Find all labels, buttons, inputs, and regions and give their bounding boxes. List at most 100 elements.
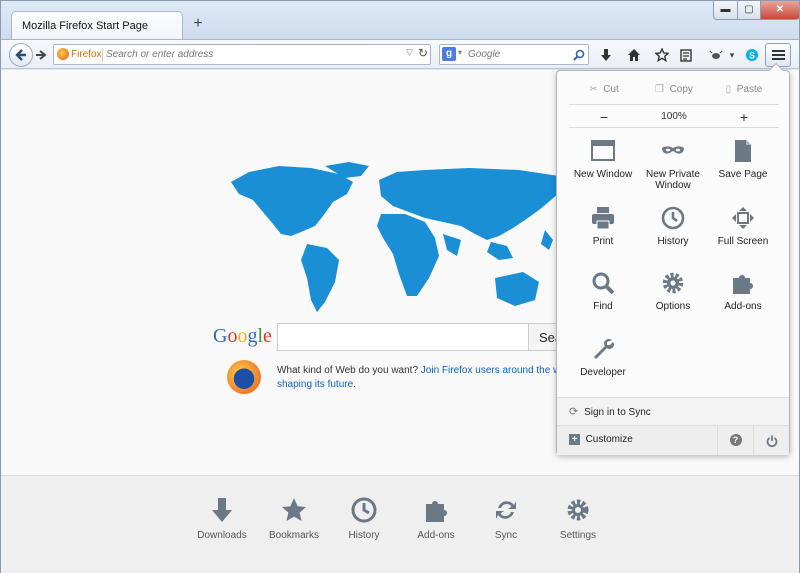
- start-page-search-input[interactable]: [277, 323, 529, 351]
- star-icon: [282, 498, 306, 521]
- identity-box[interactable]: Firefox: [57, 47, 102, 62]
- gear-icon: [662, 272, 684, 294]
- mask-icon: [662, 146, 684, 154]
- sign-in-to-sync-button[interactable]: ⟳ Sign in to Sync: [557, 397, 789, 425]
- panel-item-label: Options: [655, 301, 691, 312]
- wrench-icon: [594, 339, 614, 359]
- puzzle-icon: [426, 501, 447, 522]
- home-toolbar-button[interactable]: [623, 44, 645, 66]
- panel-item-label: Add-ons: [724, 301, 762, 312]
- google-logo: Google: [213, 325, 272, 347]
- launcher-label: Settings: [559, 530, 597, 541]
- close-button[interactable]: ✕: [760, 1, 800, 20]
- maximize-button[interactable]: ▢: [737, 1, 761, 20]
- launcher-sync[interactable]: Sync: [471, 496, 541, 541]
- navigation-toolbar: Firefox ▽ ↻ g ▾ ▾: [1, 39, 799, 69]
- url-history-dropmarker[interactable]: ▽: [406, 47, 413, 58]
- url-input[interactable]: [106, 47, 406, 62]
- plus-box-icon: +: [569, 434, 580, 445]
- panel-item-label: Find: [593, 301, 613, 312]
- panel-item-label: Developer: [580, 367, 626, 378]
- new-tab-button[interactable]: +: [189, 15, 207, 33]
- search-bar[interactable]: g ▾: [439, 44, 589, 65]
- launcher-bookmarks[interactable]: Bookmarks: [259, 496, 329, 541]
- svg-text:S: S: [749, 51, 755, 61]
- reload-icon[interactable]: ↻: [418, 46, 428, 60]
- launcher-history[interactable]: History: [329, 496, 399, 541]
- back-arrow-icon: [15, 49, 26, 61]
- panel-item-label: Print: [592, 236, 614, 247]
- snippet-link-2[interactable]: shaping its future: [277, 379, 353, 390]
- addon-toolbar-button[interactable]: [705, 44, 727, 66]
- help-button[interactable]: ?: [717, 426, 753, 455]
- bookmark-star-button[interactable]: [651, 44, 673, 66]
- star-icon: [654, 47, 670, 63]
- fullscreen-icon: [732, 207, 754, 229]
- firefox-logo-icon: [227, 360, 261, 394]
- addons-button[interactable]: Add-ons: [707, 271, 779, 312]
- zoom-reset-button[interactable]: 100%: [639, 105, 709, 127]
- gear-icon: [567, 499, 589, 521]
- open-menu-button[interactable]: [765, 43, 791, 67]
- hamburger-menu-icon: [772, 50, 785, 52]
- find-button[interactable]: Find: [567, 271, 639, 312]
- copy-button[interactable]: ❐ Copy: [639, 79, 709, 101]
- zoom-controls: − 100% +: [569, 104, 779, 128]
- launcher-settings[interactable]: Settings: [543, 496, 613, 541]
- minimize-button[interactable]: ▬: [713, 1, 738, 20]
- forward-arrow-icon: [36, 50, 47, 60]
- edit-controls: ✂ Cut ❐ Copy ▯ Paste: [569, 79, 779, 101]
- power-icon: [766, 435, 777, 448]
- zoom-out-button[interactable]: −: [569, 105, 639, 127]
- save-page-button[interactable]: Save Page: [707, 139, 779, 180]
- tab-strip: Mozilla Firefox Start Page + ▬ ▢ ✕: [1, 1, 800, 39]
- sync-icon: ⟳: [569, 406, 582, 418]
- engine-dropdown-icon[interactable]: ▾: [458, 48, 462, 57]
- google-engine-icon[interactable]: g: [442, 47, 456, 61]
- copy-icon: ❐: [655, 84, 667, 95]
- download-icon: [601, 49, 611, 61]
- puzzle-icon: [733, 275, 753, 294]
- world-map-image: [231, 162, 565, 312]
- full-screen-button[interactable]: Full Screen: [707, 206, 779, 247]
- panel-item-label: New Window: [573, 169, 633, 180]
- browser-window: Mozilla Firefox Start Page + ▬ ▢ ✕ Firef…: [0, 0, 800, 573]
- new-private-window-button[interactable]: New Private Window: [637, 139, 709, 191]
- launcher-label: Bookmarks: [268, 530, 319, 541]
- launcher-label: Downloads: [197, 530, 247, 541]
- new-window-button[interactable]: New Window: [567, 139, 639, 180]
- addon-dropdown-button[interactable]: ▾: [725, 44, 739, 66]
- developer-button[interactable]: Developer: [567, 337, 639, 378]
- help-icon: ?: [729, 434, 742, 446]
- launcher-downloads[interactable]: Downloads: [187, 496, 257, 541]
- print-button[interactable]: Print: [567, 206, 639, 247]
- downloads-toolbar-button[interactable]: [595, 44, 617, 66]
- bookmarks-menu-button[interactable]: [675, 44, 697, 66]
- snippet-text: What kind of Web do you want? Join Firef…: [277, 364, 577, 392]
- identity-label: Firefox: [71, 49, 102, 60]
- forward-button[interactable]: [33, 44, 49, 66]
- window-icon: [591, 140, 615, 161]
- launcher-addons[interactable]: Add-ons: [401, 496, 471, 541]
- copy-label: Copy: [669, 84, 693, 95]
- options-button[interactable]: Options: [637, 271, 709, 312]
- printer-icon: [592, 207, 614, 230]
- history-button[interactable]: History: [637, 206, 709, 247]
- cut-button[interactable]: ✂ Cut: [569, 79, 639, 101]
- paste-button[interactable]: ▯ Paste: [709, 79, 779, 101]
- tab-start-page[interactable]: Mozilla Firefox Start Page: [11, 11, 183, 39]
- customize-button[interactable]: + Customize: [557, 426, 717, 455]
- back-button[interactable]: [9, 43, 33, 67]
- sync-icon: [496, 501, 516, 519]
- hamburger-line: [772, 54, 785, 56]
- bookmarks-list-icon: [680, 49, 692, 62]
- search-go-icon[interactable]: [573, 46, 585, 64]
- skype-icon: S: [746, 49, 758, 61]
- quit-button[interactable]: [753, 426, 789, 455]
- search-input[interactable]: [468, 47, 568, 62]
- url-bar[interactable]: Firefox ▽ ↻: [53, 44, 431, 65]
- skype-toolbar-button[interactable]: S: [741, 44, 763, 66]
- snippet-end: .: [353, 379, 356, 390]
- zoom-in-button[interactable]: +: [709, 105, 779, 127]
- snippet-link[interactable]: Join Firefox users around the world: [421, 365, 577, 376]
